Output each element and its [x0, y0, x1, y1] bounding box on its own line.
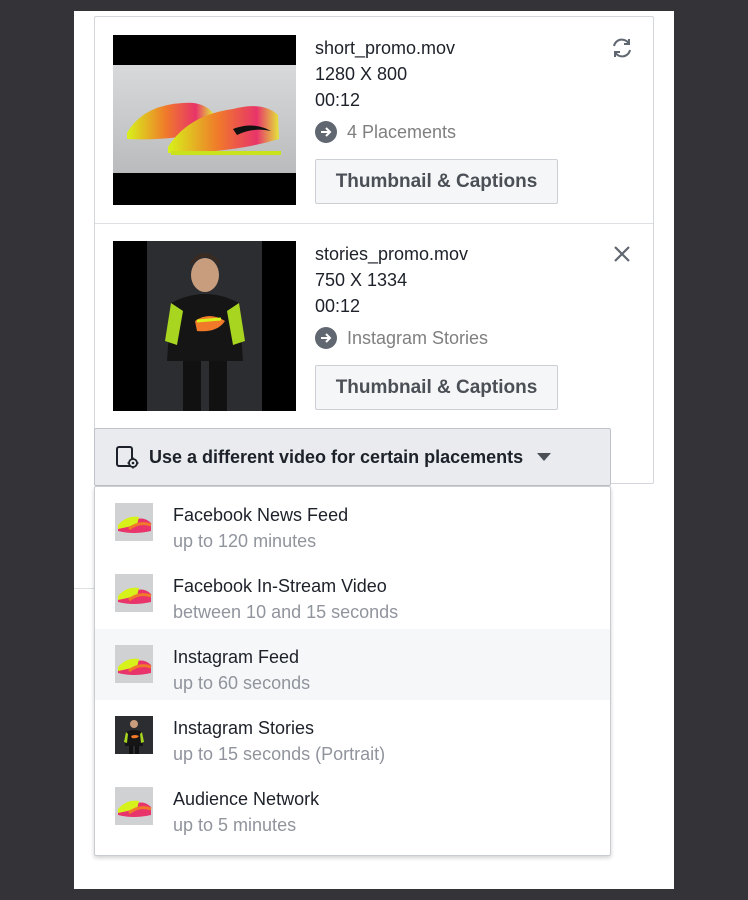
menu-item-subtitle: between 10 and 15 seconds: [173, 602, 399, 622]
video-filename: stories_promo.mov: [315, 244, 469, 264]
menu-item-audience-network[interactable]: Audience Network up to 5 minutes: [95, 771, 610, 842]
menu-item-subtitle: up to 15 seconds (Portrait): [173, 744, 386, 764]
placement-text: Instagram Stories: [347, 327, 489, 348]
placement-link[interactable]: Instagram Stories: [315, 325, 488, 351]
menu-item-subtitle: up to 60 seconds: [173, 673, 311, 693]
arrow-right-icon: [315, 121, 337, 143]
person-image: [147, 241, 262, 411]
menu-item-title: Facebook News Feed: [173, 505, 349, 525]
thumbnail-captions-button[interactable]: Thumbnail & Captions: [315, 365, 558, 410]
video-duration: 00:12: [315, 296, 361, 316]
video-list-card: short_promo.mov 1280 X 800 00:12 4 Place…: [94, 16, 654, 484]
different-video-dropdown[interactable]: Use a different video for certain placem…: [94, 428, 611, 486]
video-duration: 00:12: [315, 90, 361, 110]
video-dimensions: 750 X 1334: [315, 270, 408, 290]
menu-item-subtitle: up to 120 minutes: [173, 531, 317, 551]
menu-item-title: Audience Network: [173, 789, 320, 809]
shoe-thumbnail: [115, 503, 153, 541]
shoe-thumbnail: [115, 574, 153, 612]
video-filename: short_promo.mov: [315, 38, 456, 58]
video-row: short_promo.mov 1280 X 800 00:12 4 Place…: [95, 17, 653, 224]
placement-menu: Facebook News Feed up to 120 minutes Fac…: [94, 486, 611, 856]
arrow-right-icon: [315, 327, 337, 349]
video-thumbnail[interactable]: [113, 35, 296, 205]
shoe-thumbnail: [115, 787, 153, 825]
menu-item-facebook-news-feed[interactable]: Facebook News Feed up to 120 minutes: [95, 487, 610, 558]
caret-down-icon: [537, 453, 552, 461]
refresh-icon[interactable]: [609, 35, 635, 61]
menu-item-subtitle: up to 5 minutes: [173, 815, 297, 835]
dropdown-label: Use a different video for certain placem…: [149, 446, 524, 467]
menu-item-instagram-feed[interactable]: Instagram Feed up to 60 seconds: [95, 629, 610, 700]
menu-item-title: Facebook In-Stream Video: [173, 576, 387, 596]
person-thumbnail: [115, 716, 153, 754]
placement-link[interactable]: 4 Placements: [315, 119, 456, 145]
thumbnail-captions-button[interactable]: Thumbnail & Captions: [315, 159, 558, 204]
video-row: stories_promo.mov 750 X 1334 00:12 Insta…: [95, 223, 653, 429]
video-thumbnail[interactable]: [113, 241, 296, 411]
menu-item-facebook-in-stream-video[interactable]: Facebook In-Stream Video between 10 and …: [95, 558, 610, 629]
menu-item-title: Instagram Feed: [173, 647, 300, 667]
menu-item-title: Instagram Stories: [173, 718, 315, 738]
page-panel: short_promo.mov 1280 X 800 00:12 4 Place…: [74, 11, 674, 889]
shoe-image: [113, 65, 296, 173]
close-icon[interactable]: [609, 241, 635, 267]
placement-text: 4 Placements: [347, 121, 457, 142]
shoe-thumbnail: [115, 645, 153, 683]
menu-item-instagram-stories[interactable]: Instagram Stories up to 15 seconds (Port…: [95, 700, 610, 771]
divider: [74, 588, 94, 589]
video-dimensions: 1280 X 800: [315, 64, 408, 84]
video-settings-icon: [115, 445, 139, 469]
